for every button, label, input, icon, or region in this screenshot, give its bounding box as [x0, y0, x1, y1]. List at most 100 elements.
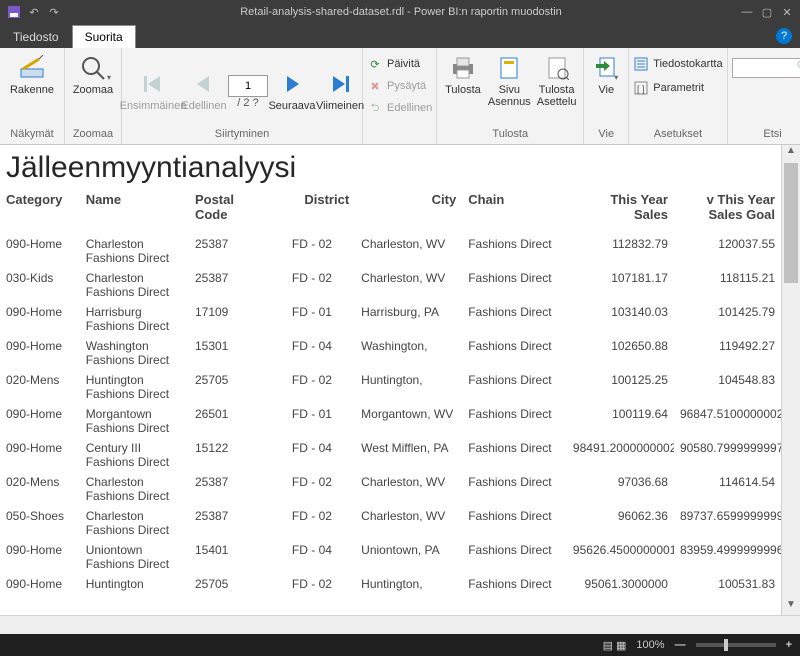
table-cell: Fashions Direct: [462, 370, 567, 404]
next-page-button[interactable]: Seuraava: [270, 66, 314, 112]
previous-icon: [190, 70, 218, 98]
table-cell: 120037.55: [674, 234, 781, 268]
refresh-button[interactable]: ⟳Päivitä: [367, 54, 420, 74]
column-header[interactable]: Chain: [462, 189, 567, 234]
column-header[interactable]: City: [355, 189, 462, 234]
view-mode-icon[interactable]: ▤ ▦: [603, 639, 627, 652]
redo-icon[interactable]: ↷: [46, 4, 62, 20]
print-layout-button[interactable]: Tulosta Asettelu: [534, 50, 579, 108]
table-cell: FD - 02: [269, 370, 356, 404]
table-cell: West Mifflen, PA: [355, 438, 462, 472]
table-cell: FD - 02: [269, 268, 356, 302]
table-cell: FD - 02: [269, 234, 356, 268]
vertical-scrollbar[interactable]: ▲ ▼: [781, 145, 800, 615]
back-icon: ⮌: [367, 100, 383, 116]
horizontal-scrollbar[interactable]: [0, 615, 800, 634]
stop-button[interactable]: ✖Pysäytä: [367, 76, 426, 96]
table-cell: 15122: [189, 438, 269, 472]
table-cell: Morgantown, WV: [355, 404, 462, 438]
table-row[interactable]: 090-HomeCentury III Fashions Direct15122…: [0, 438, 781, 472]
export-button[interactable]: Vie▾: [588, 50, 624, 96]
design-button[interactable]: Rakenne: [4, 50, 60, 96]
parameters-button[interactable]: [ ]Parametrit: [633, 78, 704, 98]
maximize-icon[interactable]: ▢: [760, 5, 774, 19]
table-row[interactable]: 020-MensHuntington Fashions Direct25705F…: [0, 370, 781, 404]
zoom-button[interactable]: Zoomaa▾: [69, 50, 117, 96]
table-cell: Huntington,: [355, 370, 462, 404]
table-cell: Fashions Direct: [462, 302, 567, 336]
table-cell: Uniontown Fashions Direct: [80, 540, 189, 574]
docmap-button[interactable]: Tiedostokartta: [633, 54, 722, 74]
table-cell: FD - 04: [269, 540, 356, 574]
zoom-in-button[interactable]: +: [786, 639, 792, 651]
table-cell: 96062.36: [567, 506, 674, 540]
column-header[interactable]: This Year Sales: [567, 189, 674, 234]
table-cell: FD - 02: [269, 574, 356, 594]
first-page-button[interactable]: Ensimmäinen: [126, 66, 180, 112]
table-cell: 102650.88: [567, 336, 674, 370]
table-cell: 83959.4999999996: [674, 540, 781, 574]
table-row[interactable]: 090-HomeWashington Fashions Direct15301F…: [0, 336, 781, 370]
column-header[interactable]: District: [269, 189, 356, 234]
table-cell: 090-Home: [0, 574, 80, 594]
zoom-slider[interactable]: [696, 643, 776, 647]
table-cell: 90580.7999999997: [674, 438, 781, 472]
table-row[interactable]: 090-HomeCharleston Fashions Direct25387F…: [0, 234, 781, 268]
current-page-input[interactable]: [228, 75, 268, 97]
first-page-icon: [139, 70, 167, 98]
table-cell: 050-Shoes: [0, 506, 80, 540]
table-cell: 100119.64: [567, 404, 674, 438]
help-icon[interactable]: ?: [776, 28, 792, 44]
scroll-thumb[interactable]: [784, 163, 798, 283]
table-row[interactable]: 090-HomeMorgantown Fashions Direct26501F…: [0, 404, 781, 438]
back-button[interactable]: ⮌Edellinen: [367, 98, 432, 118]
print-button[interactable]: Tulosta: [441, 50, 484, 96]
table-cell: FD - 02: [269, 506, 356, 540]
table-row[interactable]: 090-HomeUniontown Fashions Direct15401FD…: [0, 540, 781, 574]
table-row[interactable]: 020-MensCharleston Fashions Direct25387F…: [0, 472, 781, 506]
table-cell: Charleston Fashions Direct: [80, 506, 189, 540]
scroll-up-icon[interactable]: ▲: [782, 145, 800, 161]
find-input[interactable]: [732, 58, 800, 78]
close-icon[interactable]: ✕: [780, 5, 794, 19]
table-cell: 107181.17: [567, 268, 674, 302]
last-page-button[interactable]: Viimeinen: [316, 66, 364, 112]
table-cell: FD - 04: [269, 336, 356, 370]
page-setup-button[interactable]: Sivu Asennus: [487, 50, 532, 108]
tab-run[interactable]: Suorita: [72, 25, 136, 48]
table-cell: 101425.79: [674, 302, 781, 336]
table-cell: Fashions Direct: [462, 438, 567, 472]
table-cell: 26501: [189, 404, 269, 438]
table-cell: Huntington,: [355, 574, 462, 594]
refresh-icon: ⟳: [367, 56, 383, 72]
table-row[interactable]: 090-HomeHuntington25705FD - 02Huntington…: [0, 574, 781, 594]
save-icon[interactable]: [6, 4, 22, 20]
report-table: CategoryNamePostal CodeDistrictCityChain…: [0, 189, 781, 594]
column-header[interactable]: Category: [0, 189, 80, 234]
page-setup-icon: [495, 54, 523, 82]
table-cell: Charleston Fashions Direct: [80, 268, 189, 302]
column-header[interactable]: Name: [80, 189, 189, 234]
scroll-down-icon[interactable]: ▼: [782, 599, 800, 615]
column-header[interactable]: Postal Code: [189, 189, 269, 234]
undo-icon[interactable]: ↶: [26, 4, 42, 20]
tab-file[interactable]: Tiedosto: [0, 25, 72, 48]
previous-page-button[interactable]: Edellinen: [182, 66, 226, 112]
table-row[interactable]: 050-ShoesCharleston Fashions Direct25387…: [0, 506, 781, 540]
table-row[interactable]: 030-KidsCharleston Fashions Direct25387F…: [0, 268, 781, 302]
table-cell: 114614.54: [674, 472, 781, 506]
table-row[interactable]: 090-HomeHarrisburg Fashions Direct17109F…: [0, 302, 781, 336]
minimize-icon[interactable]: —: [740, 5, 754, 19]
page-of-label: / 2 ?: [237, 97, 258, 109]
column-header[interactable]: v This Year Sales Goal: [674, 189, 781, 234]
table-cell: 090-Home: [0, 336, 80, 370]
table-cell: FD - 02: [269, 472, 356, 506]
table-cell: Charleston, WV: [355, 472, 462, 506]
table-cell: Fashions Direct: [462, 506, 567, 540]
table-cell: 97036.68: [567, 472, 674, 506]
table-cell: 020-Mens: [0, 370, 80, 404]
table-cell: 95061.3000000: [567, 574, 674, 594]
zoom-out-button[interactable]: —: [675, 639, 686, 651]
table-cell: 25387: [189, 268, 269, 302]
docmap-icon: [633, 56, 649, 72]
